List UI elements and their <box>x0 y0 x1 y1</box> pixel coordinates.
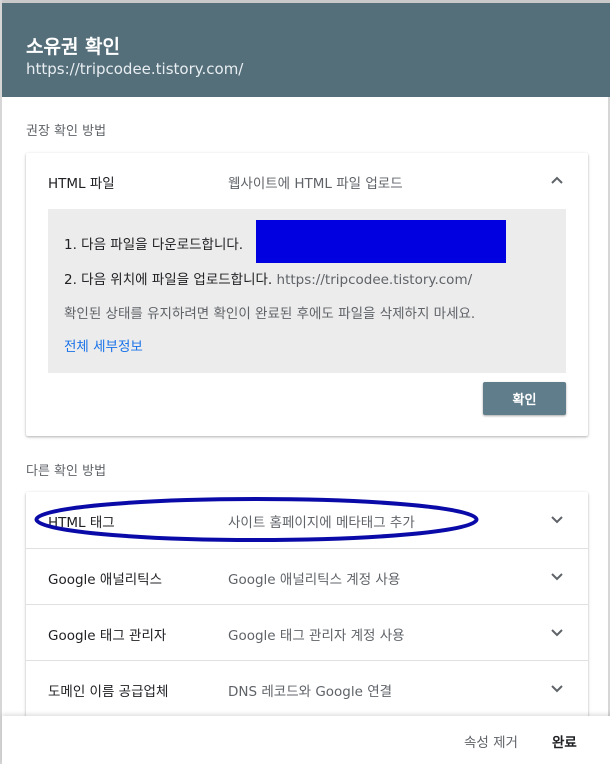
step-2-line: 2. 다음 위치에 파일을 업로드합니다. https://tripcodee.… <box>64 268 472 288</box>
step-1-text: 1. 다음 파일을 다운로드합니다. <box>64 237 244 253</box>
dialog-header: 소유권 확인 https://tripcodee.tistory.com/ <box>2 0 610 97</box>
other-section-label: 다른 확인 방법 <box>26 464 107 479</box>
method-description: Google 태그 관리자 계정 사용 <box>228 628 405 644</box>
method-description: 웹사이트에 HTML 파일 업로드 <box>228 176 403 192</box>
remove-property-button[interactable]: 속성 제거 <box>464 731 518 751</box>
method-name: Google 태그 관리자 <box>48 628 167 644</box>
chevron-down-icon[interactable] <box>550 681 564 695</box>
chevron-up-icon[interactable] <box>550 173 564 187</box>
method-name: HTML 파일 <box>48 176 115 192</box>
chevron-down-icon[interactable] <box>550 569 564 583</box>
dialog-footer: 속성 제거 완료 <box>2 716 610 764</box>
other-methods-card: HTML 태그 사이트 홈페이지에 메타태그 추가 Google 애널리틱스 G… <box>26 492 588 718</box>
recommended-section-label: 권장 확인 방법 <box>26 124 107 139</box>
method-row-google-tag-manager[interactable]: Google 태그 관리자 Google 태그 관리자 계정 사용 <box>26 605 588 661</box>
method-name: 도메인 이름 공급업체 <box>48 684 169 700</box>
dialog-title: 소유권 확인 <box>26 36 121 58</box>
method-name: Google 애널리틱스 <box>48 572 162 588</box>
method-row-domain-provider[interactable]: 도메인 이름 공급업체 DNS 레코드와 Google 연결 <box>26 661 588 717</box>
method-description: 사이트 홈페이지에 메타태그 추가 <box>228 515 415 531</box>
site-url: https://tripcodee.tistory.com/ <box>26 60 244 78</box>
method-name: HTML 태그 <box>48 515 115 531</box>
keep-file-note: 확인된 상태를 유지하려면 확인이 완료된 후에도 파일을 삭제하지 마세요. <box>64 306 476 322</box>
step-2-text: 2. 다음 위치에 파일을 업로드합니다. <box>64 272 273 288</box>
method-row-google-analytics[interactable]: Google 애널리틱스 Google 애널리틱스 계정 사용 <box>26 549 588 605</box>
method-row-html-file[interactable]: HTML 파일 웹사이트에 HTML 파일 업로드 <box>26 153 588 209</box>
chevron-down-icon[interactable] <box>550 625 564 639</box>
instructions-panel: 1. 다음 파일을 다운로드합니다. 2. 다음 위치에 파일을 업로드합니다.… <box>48 209 566 373</box>
recommended-method-card: HTML 파일 웹사이트에 HTML 파일 업로드 1. 다음 파일을 다운로드… <box>26 153 588 436</box>
method-description: Google 애널리틱스 계정 사용 <box>228 572 401 588</box>
done-button[interactable]: 완료 <box>552 731 577 751</box>
confirm-button[interactable]: 확인 <box>483 382 566 415</box>
verification-dialog: 소유권 확인 https://tripcodee.tistory.com/ 권장… <box>0 0 610 764</box>
method-row-html-tag[interactable]: HTML 태그 사이트 홈페이지에 메타태그 추가 <box>26 492 588 548</box>
chevron-down-icon[interactable] <box>550 512 564 526</box>
full-details-link[interactable]: 전체 세부정보 <box>64 335 143 355</box>
method-description: DNS 레코드와 Google 연결 <box>228 684 393 700</box>
redacted-download-file[interactable] <box>256 220 506 263</box>
step-2-url: https://tripcodee.tistory.com/ <box>276 272 473 288</box>
